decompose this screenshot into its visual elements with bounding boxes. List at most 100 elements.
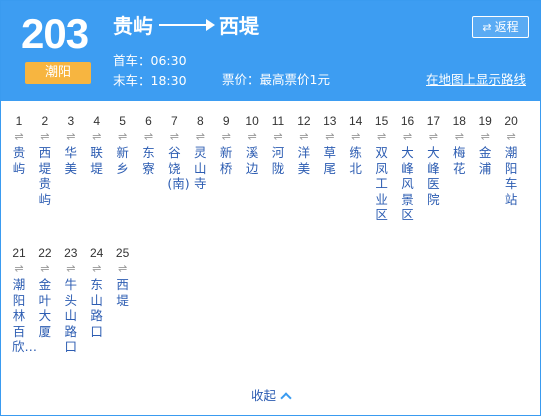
stop-number: 1 bbox=[15, 114, 23, 128]
chevron-up-icon bbox=[280, 392, 292, 404]
stop-number: 5 bbox=[119, 114, 126, 128]
stop-item[interactable]: 2 ⇌ 西堤贵屿 bbox=[32, 113, 58, 207]
stop-name: 大峰风景区 bbox=[401, 145, 414, 222]
stop-number: 19 bbox=[478, 114, 492, 128]
stop-item[interactable]: 16 ⇌ 大峰风景区 bbox=[395, 113, 421, 223]
stop-number: 4 bbox=[93, 114, 101, 128]
stop-item[interactable]: 24 ⇌ 东山路口 bbox=[84, 245, 110, 339]
stop-name: 练北 bbox=[349, 145, 362, 176]
stop-name: 西堤 bbox=[116, 277, 129, 308]
stop-item[interactable]: 15 ⇌ 双凤工业区 bbox=[369, 113, 395, 223]
stop-item[interactable]: 21 ⇌ 潮阳林百欣… bbox=[6, 245, 38, 355]
stop-item[interactable]: 22 ⇌ 金叶大厦 bbox=[32, 245, 58, 339]
stop-item[interactable]: 4 ⇌ 联堤 bbox=[84, 113, 110, 176]
bidirectional-arrows-icon: ⇌ bbox=[169, 130, 179, 143]
stop-item[interactable]: 20 ⇌ 潮阳车站 bbox=[498, 113, 524, 207]
stop-name: 牛头山路口 bbox=[64, 277, 78, 354]
bidirectional-arrows-icon: ⇌ bbox=[66, 262, 76, 275]
stop-name: 新乡 bbox=[116, 145, 129, 176]
show-route-on-map-link[interactable]: 在地图上显示路线 bbox=[426, 70, 526, 90]
bidirectional-arrows-icon: ⇌ bbox=[506, 130, 516, 143]
stop-name: 溪边 bbox=[245, 145, 259, 176]
stop-number: 13 bbox=[323, 114, 337, 128]
stop-item[interactable]: 17 ⇌ 大峰医院 bbox=[420, 113, 446, 207]
bidirectional-arrows-icon: ⇌ bbox=[376, 130, 387, 143]
stop-item[interactable]: 9 ⇌ 新桥 bbox=[213, 113, 239, 176]
route-header: 203 潮阳 贵屿 西堤 首车：06:30 末车：18:30 票价：最高票价1元 … bbox=[1, 1, 540, 101]
stop-item[interactable]: 19 ⇌ 金浦 bbox=[472, 113, 498, 176]
stop-number: 14 bbox=[349, 114, 363, 128]
stop-number: 8 bbox=[196, 114, 204, 128]
bidirectional-arrows-icon: ⇌ bbox=[480, 130, 490, 143]
stop-item[interactable]: 11 ⇌ 河陇 bbox=[265, 113, 291, 176]
stop-item[interactable]: 10 ⇌ 溪边 bbox=[239, 113, 265, 176]
bidirectional-arrows-icon: ⇌ bbox=[273, 130, 283, 143]
last-bus-time: 末车：18:30 bbox=[113, 73, 187, 88]
stop-number: 2 bbox=[41, 114, 49, 128]
direction-arrow-icon bbox=[159, 18, 215, 31]
bidirectional-arrows-icon: ⇌ bbox=[325, 130, 335, 143]
bidirectional-arrows-icon: ⇌ bbox=[14, 130, 24, 143]
fare-info: 票价：最高票价1元 bbox=[222, 72, 330, 87]
stop-number: 15 bbox=[374, 114, 389, 128]
stop-number: 9 bbox=[222, 114, 230, 128]
stop-name: 灵山寺 bbox=[194, 145, 207, 191]
stop-number: 22 bbox=[38, 246, 52, 260]
route-number: 203 bbox=[21, 10, 89, 57]
bidirectional-arrows-icon: ⇌ bbox=[299, 130, 309, 143]
stop-number: 21 bbox=[12, 246, 26, 260]
stop-number: 12 bbox=[297, 114, 311, 128]
stop-item[interactable]: 18 ⇌ 梅花 bbox=[446, 113, 472, 176]
bidirectional-arrows-icon: ⇌ bbox=[454, 130, 464, 143]
first-bus-time: 首车：06:30 bbox=[113, 53, 187, 68]
bidirectional-arrows-icon: ⇌ bbox=[117, 130, 128, 143]
stop-name: 贵屿 bbox=[12, 145, 26, 176]
return-trip-button[interactable]: ⇄ 返程 bbox=[472, 16, 529, 38]
stop-name: 大峰医院 bbox=[427, 145, 440, 207]
stop-name: 东寮 bbox=[142, 145, 155, 176]
stop-item[interactable]: 13 ⇌ 草尾 bbox=[317, 113, 343, 176]
stop-item[interactable]: 23 ⇌ 牛头山路口 bbox=[58, 245, 84, 355]
destination-stop: 西堤 bbox=[219, 14, 259, 38]
stop-number: 23 bbox=[64, 246, 78, 260]
bidirectional-arrows-icon: ⇌ bbox=[92, 130, 102, 143]
stop-item[interactable]: 12 ⇌ 洋美 bbox=[291, 113, 317, 176]
stop-name: 草尾 bbox=[323, 145, 337, 176]
return-trip-label: 返程 bbox=[494, 20, 519, 34]
stop-item[interactable]: 14 ⇌ 练北 bbox=[343, 113, 369, 176]
stop-item[interactable]: 8 ⇌ 灵山寺 bbox=[187, 113, 213, 192]
bidirectional-arrows-icon: ⇌ bbox=[66, 130, 76, 143]
route-direction: 贵屿 西堤 bbox=[113, 12, 259, 40]
bidirectional-arrows-icon: ⇌ bbox=[143, 130, 154, 143]
collapse-button[interactable]: 收起 bbox=[1, 385, 540, 404]
stop-item[interactable]: 5 ⇌ 新乡 bbox=[110, 113, 136, 176]
bidirectional-arrows-icon: ⇌ bbox=[92, 262, 102, 275]
bidirectional-arrows-icon: ⇌ bbox=[221, 130, 231, 143]
stop-name: 华美 bbox=[64, 145, 78, 176]
stop-number: 16 bbox=[400, 114, 415, 128]
swap-arrows-icon: ⇄ bbox=[482, 21, 492, 34]
stop-item[interactable]: 25 ⇌ 西堤 bbox=[110, 245, 136, 308]
schedule-times: 首车：06:30 末车：18:30 bbox=[113, 51, 187, 91]
stop-item[interactable]: 1 ⇌ 贵屿 bbox=[6, 113, 32, 176]
stop-item[interactable]: 6 ⇌ 东寮 bbox=[136, 113, 162, 176]
bus-route-card: 203 潮阳 贵屿 西堤 首车：06:30 末车：18:30 票价：最高票价1元 … bbox=[0, 0, 541, 416]
stop-item[interactable]: 3 ⇌ 华美 bbox=[58, 113, 84, 176]
stop-name: 联堤 bbox=[90, 145, 103, 176]
stop-item[interactable]: 7 ⇌ 谷饶(南) bbox=[161, 113, 189, 192]
bidirectional-arrows-icon: ⇌ bbox=[195, 130, 205, 143]
bidirectional-arrows-icon: ⇌ bbox=[14, 262, 24, 275]
stop-number: 24 bbox=[90, 246, 104, 260]
bidirectional-arrows-icon: ⇌ bbox=[351, 130, 361, 143]
stop-number: 6 bbox=[145, 114, 152, 128]
bidirectional-arrows-icon: ⇌ bbox=[117, 262, 128, 275]
stop-number: 7 bbox=[171, 114, 178, 128]
collapse-label: 收起 bbox=[250, 388, 276, 403]
origin-stop: 贵屿 bbox=[113, 14, 153, 38]
stop-number: 10 bbox=[245, 114, 259, 128]
stop-name: 西堤贵屿 bbox=[38, 145, 52, 207]
stop-name: 潮阳林百欣… bbox=[12, 277, 38, 354]
stop-number: 11 bbox=[271, 114, 285, 128]
city-badge: 潮阳 bbox=[25, 62, 91, 84]
stop-number: 18 bbox=[452, 114, 466, 128]
